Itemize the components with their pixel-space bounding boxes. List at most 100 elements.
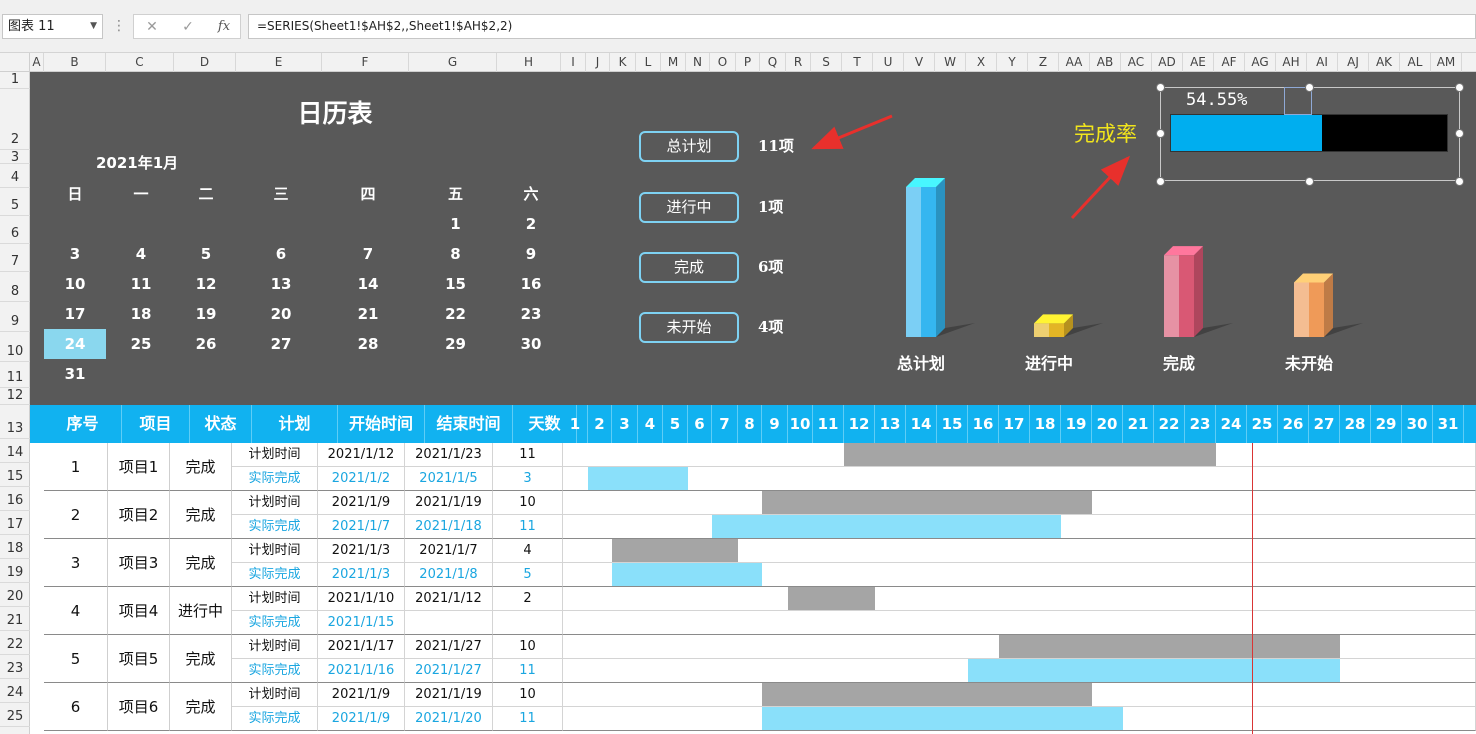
row-header-17[interactable]: 17 [0,511,30,535]
gantt-bar-plan[interactable] [762,683,1092,706]
resize-handle[interactable] [1455,177,1464,186]
column-header-ak[interactable]: AK [1369,53,1400,72]
column-header-am[interactable]: AM [1431,53,1462,72]
bar-2[interactable] [1164,246,1233,337]
row-header-5[interactable]: 5 [0,188,30,216]
resize-handle[interactable] [1156,83,1165,92]
column-header-ad[interactable]: AD [1152,53,1183,72]
gantt-bar-plan[interactable] [762,491,1092,514]
column-header-a[interactable]: A [30,53,44,72]
column-header-p[interactable]: P [736,53,760,72]
column-header-v[interactable]: V [904,53,935,72]
column-header-ag[interactable]: AG [1245,53,1276,72]
project-status: 完成 [170,635,232,683]
gantt-bar-plan[interactable] [999,635,1340,658]
project-name: 项目2 [108,491,170,539]
column-header-f[interactable]: F [322,53,409,72]
excel-window: 图表 11 ▼ ⋮ ✕ ✓ fx =SERIES(Sheet1!$AH$2,,Sh… [0,0,1476,734]
column-header-al[interactable]: AL [1400,53,1431,72]
column-header-u[interactable]: U [873,53,904,72]
gantt-bar-plan[interactable] [844,443,1216,466]
row-header-21[interactable]: 21 [0,607,30,631]
gantt-bar-plan[interactable] [788,587,875,610]
column-header-af[interactable]: AF [1214,53,1245,72]
column-header-t[interactable]: T [842,53,873,72]
row-header-4[interactable]: 4 [0,164,30,188]
bar-0[interactable] [906,178,975,337]
gantt-bar-plan[interactable] [612,539,738,562]
column-header-i[interactable]: I [561,53,586,72]
column-header-x[interactable]: X [966,53,997,72]
column-header-n[interactable]: N [686,53,710,72]
chevron-down-icon[interactable]: ▼ [90,15,97,38]
column-header-ai[interactable]: AI [1307,53,1338,72]
column-header-ab[interactable]: AB [1090,53,1121,72]
name-box[interactable]: 图表 11 ▼ [2,14,103,39]
row-header-7[interactable]: 7 [0,244,30,272]
more-icon[interactable]: ⋮ [112,16,126,36]
column-header-k[interactable]: K [610,53,636,72]
row-header-23[interactable]: 23 [0,655,30,679]
row-header-15[interactable]: 15 [0,463,30,487]
column-header-r[interactable]: R [786,53,811,72]
row-header-9[interactable]: 9 [0,302,30,332]
row-header-3[interactable]: 3 [0,150,30,165]
row-header-8[interactable]: 8 [0,272,30,302]
column-header-z[interactable]: Z [1028,53,1059,72]
column-header-aa[interactable]: AA [1059,53,1090,72]
bar-3[interactable] [1294,273,1363,337]
column-header-ac[interactable]: AC [1121,53,1152,72]
row-header-12[interactable]: 12 [0,388,30,405]
row-header-6[interactable]: 6 [0,216,30,244]
gantt-bar-actual[interactable] [762,707,1123,730]
row-header-13[interactable]: 13 [0,405,30,439]
column-header-aj[interactable]: AJ [1338,53,1369,72]
column-header-o[interactable]: O [710,53,736,72]
column-header-s[interactable]: S [811,53,842,72]
row-header-20[interactable]: 20 [0,583,30,607]
gantt-bar-actual[interactable] [968,659,1340,682]
row-header-10[interactable]: 10 [0,332,30,362]
column-header-ae[interactable]: AE [1183,53,1214,72]
row-header-1[interactable]: 1 [0,72,30,89]
row-header-24[interactable]: 24 [0,679,30,703]
column-header-d[interactable]: D [174,53,236,72]
row-header-18[interactable]: 18 [0,535,30,559]
column-header-l[interactable]: L [636,53,661,72]
column-header-h[interactable]: H [497,53,561,72]
resize-handle[interactable] [1455,83,1464,92]
bar-1[interactable] [1034,314,1103,337]
row-header-25[interactable]: 25 [0,703,30,727]
resize-handle[interactable] [1305,177,1314,186]
row-header-19[interactable]: 19 [0,559,30,583]
column-header-ah[interactable]: AH [1276,53,1307,72]
completion-progress-bar[interactable] [1170,114,1448,152]
row-header-16[interactable]: 16 [0,487,30,511]
cancel-icon[interactable]: ✕ [140,17,164,37]
resize-handle[interactable] [1305,83,1314,92]
column-header-c[interactable]: C [106,53,174,72]
formula-input[interactable]: =SERIES(Sheet1!$AH$2,,Sheet1!$AH$2,2) [248,14,1476,39]
row-header-14[interactable]: 14 [0,439,30,463]
row-header-11[interactable]: 11 [0,362,30,388]
enter-icon[interactable]: ✓ [176,17,200,37]
column-header-b[interactable]: B [44,53,106,72]
column-header-m[interactable]: M [661,53,686,72]
insert-function-icon[interactable]: fx [212,17,236,37]
column-header-y[interactable]: Y [997,53,1028,72]
resize-handle[interactable] [1455,129,1464,138]
resize-handle[interactable] [1156,129,1165,138]
column-header-g[interactable]: G [409,53,497,72]
select-all-corner[interactable] [0,53,30,72]
gantt-bar-actual[interactable] [712,515,1061,538]
row-header-2[interactable]: 2 [0,89,30,150]
resize-handle[interactable] [1156,177,1165,186]
row-header-22[interactable]: 22 [0,631,30,655]
column-header-j[interactable]: J [586,53,610,72]
column-header-q[interactable]: Q [760,53,786,72]
gantt-bar-actual[interactable] [612,563,762,586]
gantt-bar-actual[interactable] [588,467,688,490]
column-header-w[interactable]: W [935,53,966,72]
column-header-e[interactable]: E [236,53,322,72]
day-header-18: 18 [1030,405,1061,443]
